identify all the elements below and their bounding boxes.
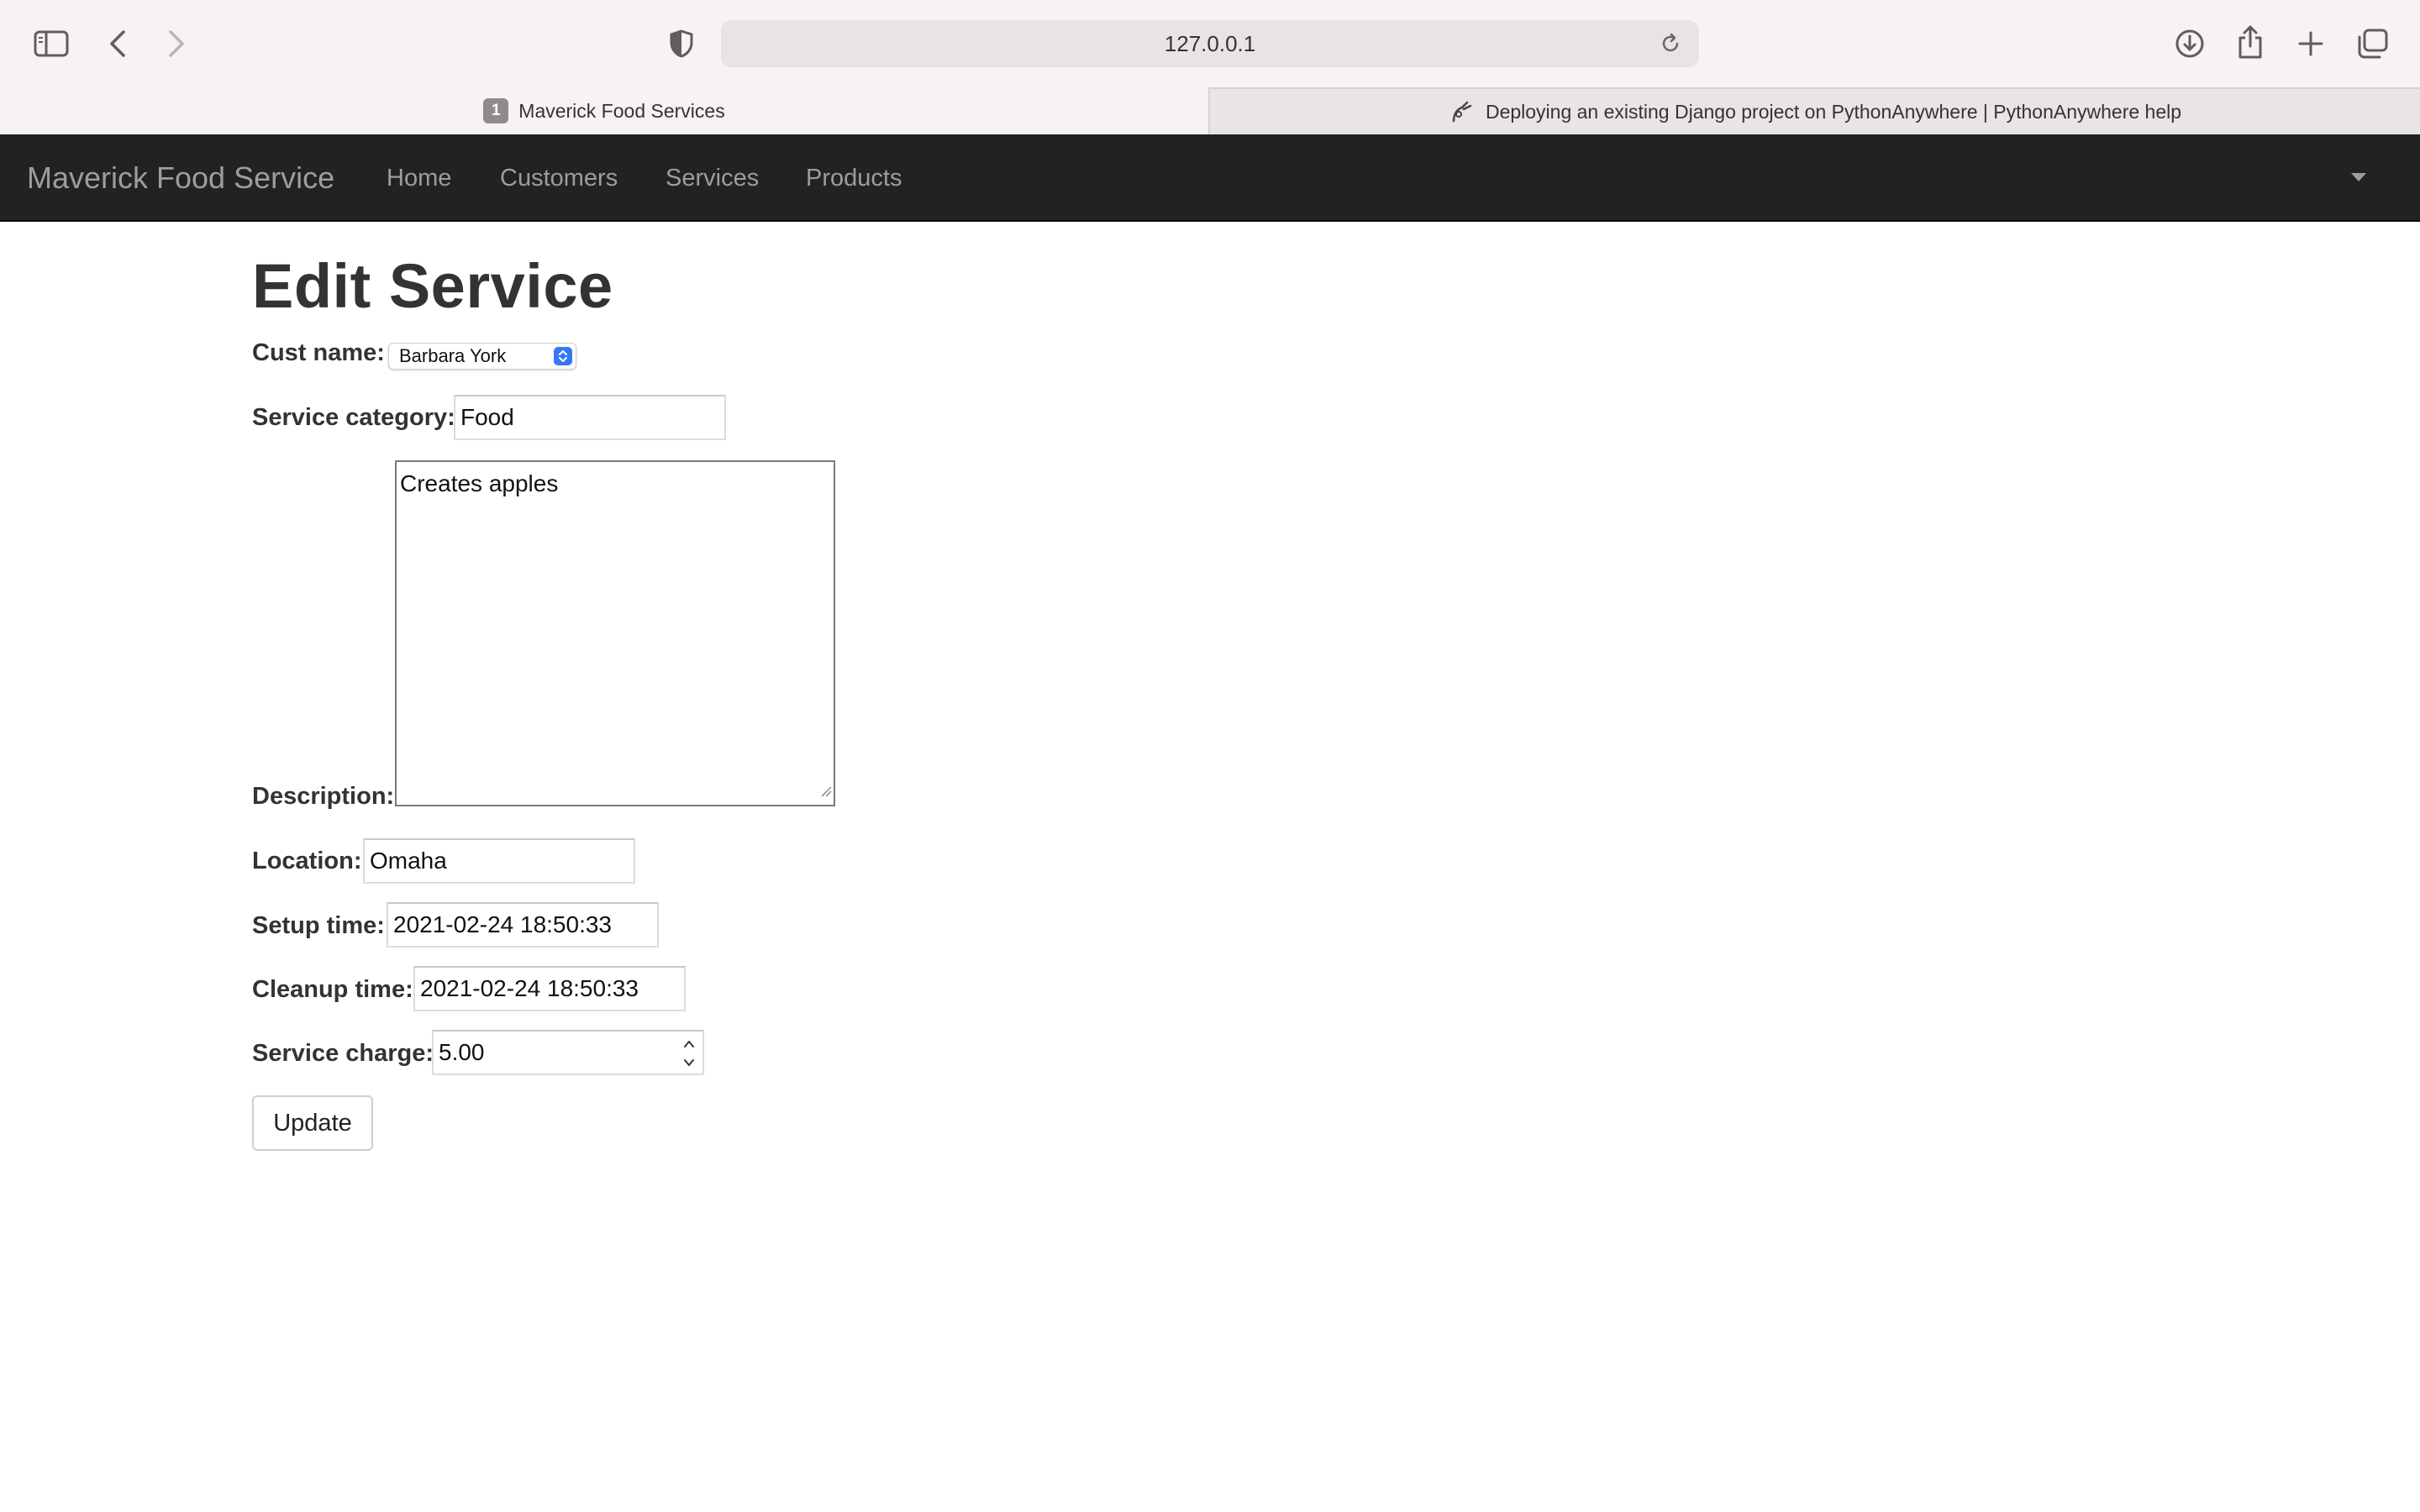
number-stepper-icon[interactable] bbox=[681, 1038, 697, 1068]
cust-name-selected-value: Barbara York bbox=[399, 345, 507, 366]
tab-overview-icon[interactable] bbox=[2354, 25, 2390, 62]
setup-time-value: 2021-02-24 18:50:33 bbox=[393, 911, 612, 937]
new-tab-icon[interactable] bbox=[2294, 25, 2328, 62]
service-charge-input[interactable]: 5.00 bbox=[432, 1030, 704, 1075]
location-input[interactable]: Omaha bbox=[363, 838, 635, 884]
description-value: Creates apples bbox=[400, 470, 559, 496]
page-title: Edit Service bbox=[252, 251, 613, 321]
url-text: 127.0.0.1 bbox=[1164, 30, 1256, 56]
description-label: Description: bbox=[252, 783, 395, 810]
nav-link-customers[interactable]: Customers bbox=[500, 134, 618, 222]
select-arrows-icon bbox=[554, 347, 572, 365]
address-bar[interactable]: 127.0.0.1 bbox=[721, 20, 1699, 67]
download-icon[interactable] bbox=[2173, 25, 2207, 62]
service-category-input[interactable]: Food bbox=[454, 395, 726, 440]
cust-name-label: Cust name: bbox=[252, 339, 385, 366]
sidebar-icon[interactable] bbox=[32, 25, 71, 62]
cleanup-time-label: Cleanup time: bbox=[252, 976, 413, 1003]
service-category-label: Service category: bbox=[252, 404, 455, 431]
cleanup-time-value: 2021-02-24 18:50:33 bbox=[420, 975, 639, 1001]
location-label: Location: bbox=[252, 848, 362, 874]
site-navbar: Maverick Food Service Home Customers Ser… bbox=[0, 134, 2420, 222]
tab-title: Maverick Food Services bbox=[518, 99, 725, 122]
reload-icon[interactable] bbox=[1657, 30, 1684, 57]
update-button[interactable]: Update bbox=[252, 1095, 373, 1151]
cust-name-select[interactable]: Barbara York bbox=[388, 343, 576, 370]
nav-link-services[interactable]: Services bbox=[666, 134, 759, 222]
description-textarea[interactable]: Creates apples bbox=[395, 460, 835, 806]
tab-title: Deploying an existing Django project on … bbox=[1485, 100, 2182, 123]
pythonanywhere-icon bbox=[1449, 99, 1474, 124]
setup-time-label: Setup time: bbox=[252, 912, 385, 939]
location-value: Omaha bbox=[370, 848, 447, 874]
resize-grip-icon[interactable] bbox=[820, 776, 832, 803]
navbar-brand[interactable]: Maverick Food Service bbox=[27, 134, 334, 222]
browser-toolbar: 127.0.0.1 bbox=[0, 0, 2420, 87]
service-category-value: Food bbox=[460, 404, 514, 430]
service-charge-value: 5.00 bbox=[439, 1039, 485, 1065]
service-charge-label: Service charge: bbox=[252, 1040, 434, 1067]
nav-link-products[interactable]: Products bbox=[806, 134, 902, 222]
shield-icon[interactable] bbox=[667, 27, 696, 60]
back-icon[interactable] bbox=[104, 25, 131, 62]
tab-strip: 1 Maverick Food Services Deploying an ex… bbox=[0, 87, 2420, 134]
tab-number-badge: 1 bbox=[483, 98, 509, 123]
cleanup-time-input[interactable]: 2021-02-24 18:50:33 bbox=[413, 966, 686, 1011]
tab-maverick-food-services[interactable]: 1 Maverick Food Services bbox=[0, 87, 1208, 134]
share-icon[interactable] bbox=[2235, 22, 2265, 62]
setup-time-input[interactable]: 2021-02-24 18:50:33 bbox=[387, 902, 659, 948]
forward-icon[interactable] bbox=[163, 25, 190, 62]
nav-link-home[interactable]: Home bbox=[387, 134, 451, 222]
navbar-dropdown-caret-icon[interactable] bbox=[2351, 173, 2366, 181]
tab-pythonanywhere-help[interactable]: Deploying an existing Django project on … bbox=[1208, 87, 2420, 134]
